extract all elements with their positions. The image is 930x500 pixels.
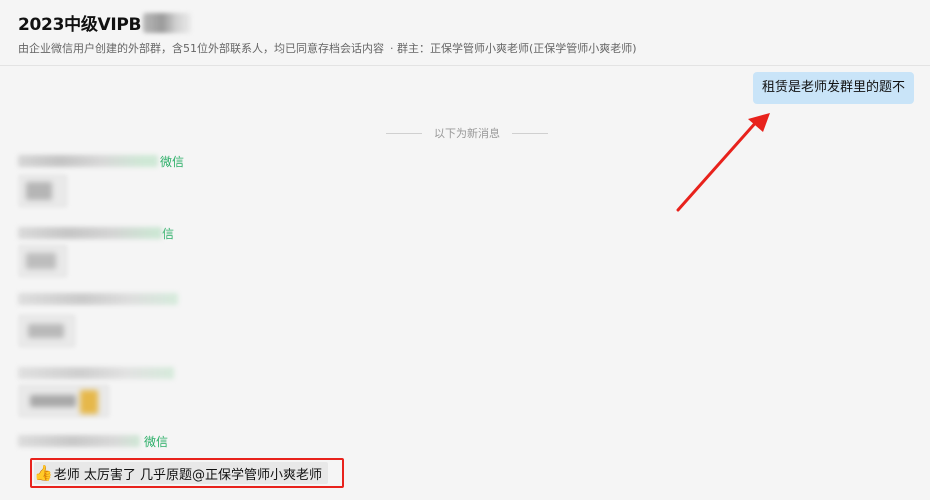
highlighted-message[interactable]: 👍 老师 太厉害了 几乎原题@正保学管师小爽老师 xyxy=(30,458,344,488)
redacted-sender xyxy=(18,367,174,379)
red-annotation-arrow xyxy=(676,113,770,212)
redacted-message-3 xyxy=(18,314,76,348)
sender-name-3 xyxy=(18,292,178,306)
redacted-message-4 xyxy=(18,384,110,418)
redacted-sender xyxy=(18,435,140,447)
sender-name-5: 微信 xyxy=(18,434,169,449)
sender-name-4 xyxy=(18,366,174,380)
sender-name-1: 微信 xyxy=(18,154,185,169)
sender-suffix: 微信 xyxy=(160,154,185,169)
message-text: 老师 太厉害了 几乎原题@正保学管师小爽老师 xyxy=(53,467,322,483)
redacted-message-1 xyxy=(18,174,68,208)
thumbs-up-icon: 👍 xyxy=(34,464,53,482)
redacted-sender xyxy=(18,155,158,167)
message-bubble[interactable]: 👍 老师 太厉害了 几乎原题@正保学管师小爽老师 xyxy=(34,462,328,484)
sender-suffix: 微信 xyxy=(144,434,169,449)
redacted-message-2 xyxy=(18,244,68,278)
sender-suffix: 信 xyxy=(162,226,175,241)
redacted-sender xyxy=(18,227,162,239)
sender-name-2: 信 xyxy=(18,226,175,241)
redacted-sender xyxy=(18,293,178,305)
